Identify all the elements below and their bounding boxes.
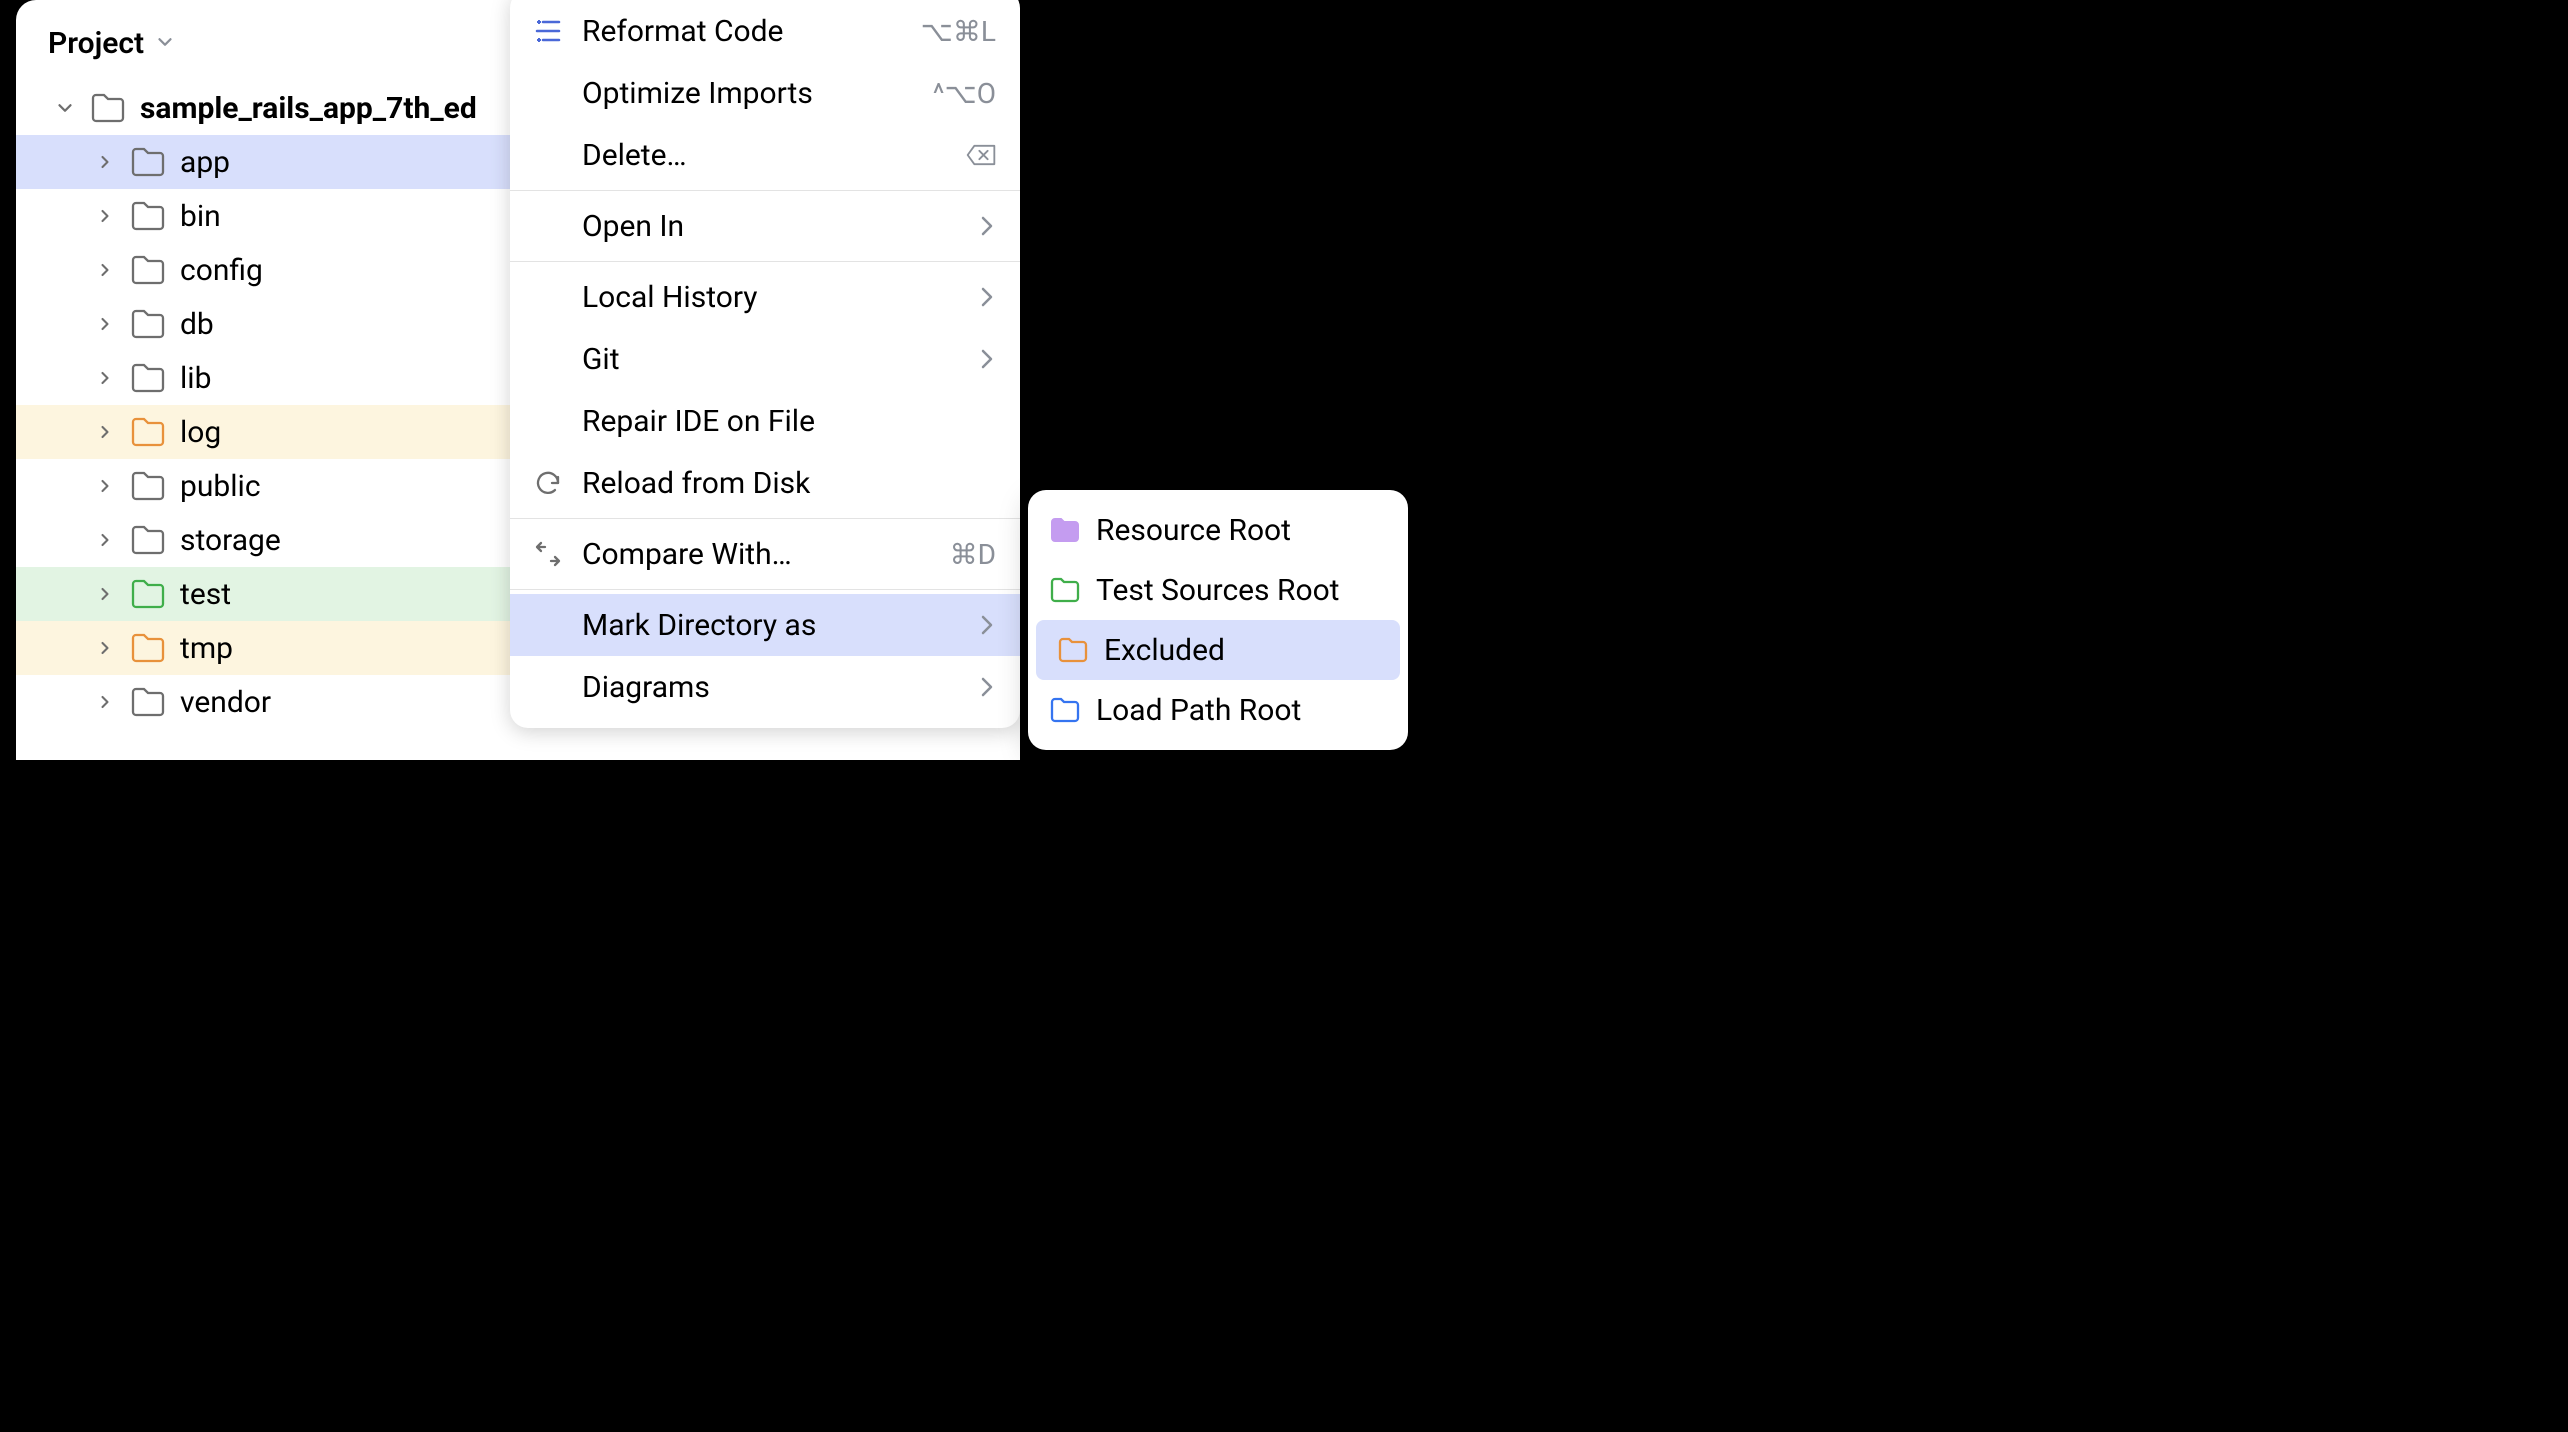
menu-item-compare-with[interactable]: Compare With… ⌘D [510,523,1020,585]
menu-shortcut: ^⌥O [933,77,996,110]
chevron-right-icon[interactable] [94,637,116,659]
submenu-item-load-path-root[interactable]: Load Path Root [1028,680,1408,740]
menu-label: Diagrams [582,670,962,705]
folder-icon [130,306,166,342]
chevron-right-icon[interactable] [94,421,116,443]
submenu-label: Test Sources Root [1096,573,1340,608]
menu-item-mark-directory-as[interactable]: Mark Directory as [510,594,1020,656]
folder-icon [1056,633,1090,667]
menu-item-git[interactable]: Git [510,328,1020,390]
chevron-right-icon[interactable] [94,583,116,605]
submenu-item-resource-root[interactable]: Resource Root [1028,500,1408,560]
tree-item-label: storage [180,523,281,558]
menu-label: Repair IDE on File [582,404,996,439]
folder-icon [1048,513,1082,547]
menu-item-reformat-code[interactable]: Reformat Code ⌥⌘L [510,0,1020,62]
tree-item-label: lib [180,361,211,396]
menu-label: Open In [582,209,962,244]
menu-label: Optimize Imports [582,76,917,111]
chevron-right-icon[interactable] [94,151,116,173]
folder-icon [90,90,126,126]
compare-icon [530,536,566,572]
folder-icon [130,630,166,666]
delete-backspace-icon [966,137,996,173]
menu-item-reload-from-disk[interactable]: Reload from Disk [510,452,1020,514]
folder-icon [130,684,166,720]
menu-label: Local History [582,280,962,315]
folder-icon [130,414,166,450]
menu-item-delete[interactable]: Delete… [510,124,1020,186]
folder-icon [130,144,166,180]
chevron-right-icon[interactable] [94,313,116,335]
chevron-right-icon [978,216,996,236]
tree-item-label: vendor [180,685,271,720]
folder-icon [1048,693,1082,727]
submenu-item-test-sources-root[interactable]: Test Sources Root [1028,560,1408,620]
menu-separator [510,190,1020,191]
chevron-right-icon [978,615,996,635]
menu-shortcut: ⌘D [950,538,996,571]
chevron-right-icon[interactable] [94,529,116,551]
chevron-right-icon[interactable] [94,475,116,497]
chevron-right-icon[interactable] [94,691,116,713]
panel-title: Project [48,26,144,61]
folder-icon [130,576,166,612]
menu-item-open-in[interactable]: Open In [510,195,1020,257]
menu-shortcut: ⌥⌘L [921,15,996,48]
menu-item-repair-ide[interactable]: Repair IDE on File [510,390,1020,452]
folder-icon [130,360,166,396]
tree-item-label: db [180,307,214,342]
menu-label: Mark Directory as [582,608,962,643]
folder-icon [130,198,166,234]
menu-label: Compare With… [582,537,934,572]
reformat-icon [530,13,566,49]
tree-item-label: public [180,469,261,504]
menu-label: Reload from Disk [582,466,996,501]
menu-item-local-history[interactable]: Local History [510,266,1020,328]
chevron-right-icon [978,677,996,697]
menu-label: Git [582,342,962,377]
submenu-label: Load Path Root [1096,693,1301,728]
tree-item-label: bin [180,199,221,234]
chevron-right-icon [978,287,996,307]
menu-item-optimize-imports[interactable]: Optimize Imports ^⌥O [510,62,1020,124]
tree-item-label: log [180,415,221,450]
chevron-right-icon[interactable] [94,205,116,227]
mark-directory-submenu: Resource Root Test Sources Root Excluded… [1028,490,1408,750]
folder-icon [130,252,166,288]
folder-icon [130,522,166,558]
tree-item-label: config [180,253,263,288]
menu-label: Delete… [582,138,950,173]
menu-item-diagrams[interactable]: Diagrams [510,656,1020,718]
chevron-down-icon[interactable] [154,26,176,61]
folder-icon [1048,573,1082,607]
menu-label: Reformat Code [582,14,905,49]
menu-separator [510,589,1020,590]
submenu-label: Excluded [1104,633,1225,668]
tree-item-label: app [180,145,230,180]
submenu-item-excluded[interactable]: Excluded [1036,620,1400,680]
tree-item-label: test [180,577,231,612]
tree-item-label: tmp [180,631,233,666]
tree-root-label: sample_rails_app_7th_ed [140,91,477,126]
chevron-right-icon [978,349,996,369]
folder-icon [130,468,166,504]
chevron-right-icon[interactable] [94,259,116,281]
reload-icon [530,465,566,501]
chevron-right-icon[interactable] [94,367,116,389]
context-menu: Reformat Code ⌥⌘L Optimize Imports ^⌥O D… [510,0,1020,728]
menu-separator [510,518,1020,519]
menu-separator [510,261,1020,262]
chevron-down-icon[interactable] [54,97,76,119]
submenu-label: Resource Root [1096,513,1291,548]
